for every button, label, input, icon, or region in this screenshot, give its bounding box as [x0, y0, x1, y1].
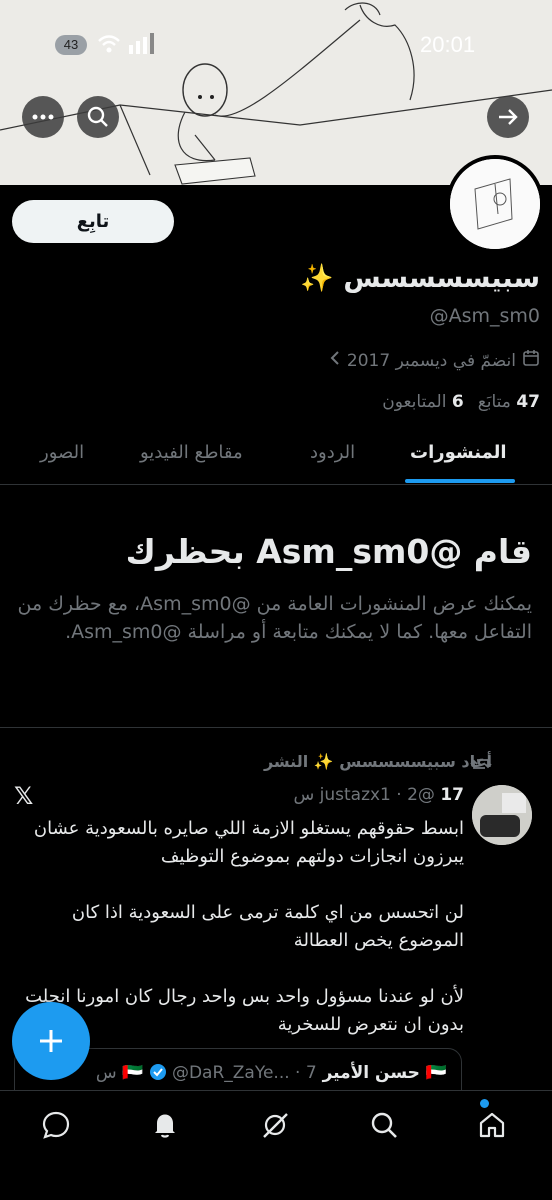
joined-text: انضمّ في ديسمبر 2017	[346, 350, 516, 371]
chat-icon	[42, 1111, 70, 1139]
more-button[interactable]	[22, 96, 64, 138]
tab-posts[interactable]: المنشورات	[410, 442, 507, 463]
grok-icon	[263, 1113, 288, 1138]
profile-name: سبيسسسسس ✨	[300, 263, 540, 294]
tweet-meta: 17 @justazx1 · 2 س	[293, 785, 464, 805]
bell-icon	[155, 1114, 175, 1138]
compose-button[interactable]	[12, 1002, 90, 1080]
tab-replies[interactable]: الردود	[310, 442, 355, 463]
search-icon	[371, 1112, 397, 1138]
tweet-text[interactable]: ابسط حقوقهم يستغلو الازمة اللي صايره بال…	[24, 815, 464, 1039]
x-logo-icon: 𝕏	[14, 782, 34, 810]
arrow-right-icon	[499, 109, 518, 125]
quoted-tweet-header: 🇦🇪 حسن الأمير 🇦🇪 @DaR_ZaYe... · 7 س	[95, 1063, 447, 1083]
nav-notifications[interactable]	[145, 1105, 185, 1145]
search-button[interactable]	[77, 96, 119, 138]
battery-indicator: 43	[55, 35, 87, 55]
home-notification-dot	[480, 1099, 489, 1108]
status-time: 20:01	[420, 32, 476, 57]
status-bar: 43 20:01	[0, 0, 552, 60]
avatar-drawing	[450, 159, 540, 249]
profile-tabs: المنشورات الردود مقاطع الفيديو الصور	[0, 430, 552, 485]
divider	[0, 727, 552, 728]
avatar-image	[472, 785, 532, 845]
blocked-description: يمكنك عرض المنشورات العامة من @Asm_sm0، …	[17, 593, 532, 643]
following-stat[interactable]: 47 متابَع	[478, 392, 540, 412]
more-icon	[32, 114, 54, 120]
profile-handle: @Asm_sm0	[429, 305, 540, 327]
back-button[interactable]	[487, 96, 529, 138]
nav-grok[interactable]	[255, 1105, 295, 1145]
wifi-icon	[97, 33, 121, 59]
tweet-author-avatar[interactable]	[472, 785, 532, 845]
tweet-handle[interactable]: @justazx1	[320, 785, 435, 805]
calendar-icon	[522, 349, 540, 372]
blocked-title: قام @Asm_sm0 بحظرك	[125, 532, 532, 571]
search-icon	[87, 106, 108, 127]
verified-badge-icon	[149, 1063, 167, 1083]
followers-stat[interactable]: 6 المتابعون	[382, 392, 464, 412]
quoted-handle: @DaR_ZaYe...	[171, 1063, 290, 1083]
joined-date: انضمّ في ديسمبر 2017	[329, 349, 540, 372]
profile-avatar[interactable]	[446, 155, 544, 253]
repost-label: أعاد سبيسسسسس ✨ النشر	[263, 752, 492, 771]
signal-icon	[128, 33, 154, 59]
chevron-left-icon[interactable]	[329, 350, 341, 371]
tab-photos[interactable]: الصور	[40, 442, 84, 463]
active-tab-indicator	[405, 479, 515, 483]
plus-icon	[40, 1030, 62, 1052]
nav-messages[interactable]	[36, 1105, 76, 1145]
nav-search[interactable]	[364, 1105, 404, 1145]
tab-videos[interactable]: مقاطع الفيديو	[140, 442, 243, 463]
bottom-nav	[0, 1090, 552, 1200]
follow-button[interactable]: تابِع	[12, 200, 174, 243]
follow-stats: 47 متابَع 6 المتابعون	[382, 392, 540, 412]
home-icon	[479, 1112, 505, 1138]
nav-home[interactable]	[472, 1105, 512, 1145]
tweet-author[interactable]: 17	[440, 785, 464, 805]
